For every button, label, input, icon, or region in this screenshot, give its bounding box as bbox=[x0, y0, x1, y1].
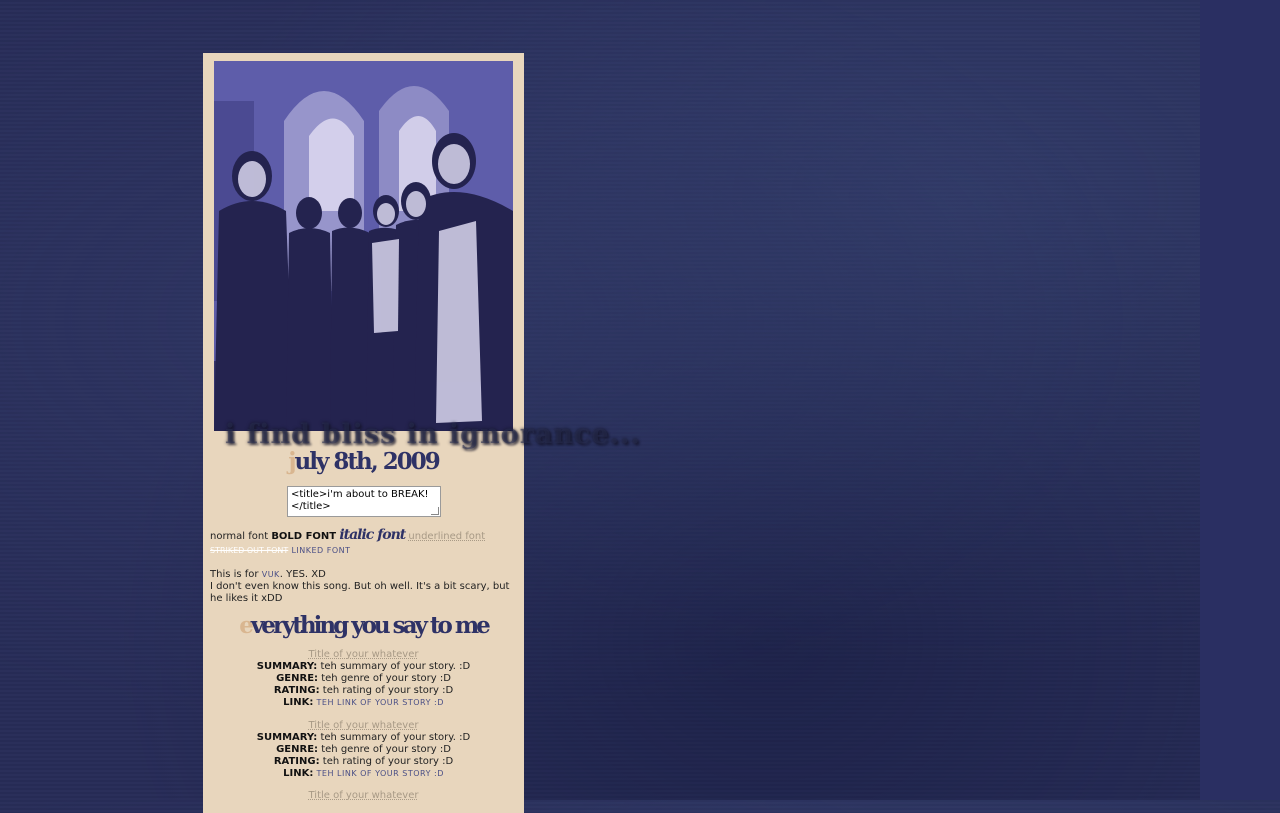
rating-value: teh rating of your story :D bbox=[322, 685, 454, 696]
story-title[interactable]: Title of your whatever bbox=[309, 720, 419, 731]
post-body: This is for VUK. YES. XD I don't even kn… bbox=[210, 569, 522, 605]
rating-value: teh rating of your story :D bbox=[322, 756, 454, 767]
blog-tagline: i find bliss in ignorance... bbox=[225, 419, 641, 450]
summary-value: teh summary of your story. :D bbox=[320, 661, 471, 672]
genre-value: teh genre of your story :D bbox=[321, 673, 451, 684]
italic-font-sample: italic font bbox=[339, 527, 406, 543]
post-line-2: I don't even know this song. But oh well… bbox=[210, 581, 510, 604]
story-link[interactable]: TEH LINK OF YOUR STORY :D bbox=[317, 769, 444, 778]
summary-label: SUMMARY: bbox=[256, 661, 318, 672]
summary-value: teh summary of your story. :D bbox=[320, 732, 471, 743]
normal-font-sample: normal font bbox=[210, 531, 269, 542]
genre-value: teh genre of your story :D bbox=[321, 744, 451, 755]
struck-font-sample: STRIKED OUT FONT bbox=[210, 546, 289, 555]
genre-label: GENRE: bbox=[276, 744, 319, 755]
post-date-title: july 8th, 2009 bbox=[203, 448, 524, 475]
section-initial: e bbox=[239, 612, 254, 639]
story-entry: Title of your whatever SUMMARY: teh summ… bbox=[203, 720, 524, 780]
page-edge-strip bbox=[1200, 0, 1280, 800]
rating-label: RATING: bbox=[273, 756, 320, 767]
post-line-1: This is for VUK. YES. XD bbox=[210, 569, 522, 581]
story-link[interactable]: TEH LINK OF YOUR STORY :D bbox=[317, 698, 444, 707]
section-text: verything you say to me bbox=[250, 612, 491, 639]
story-title[interactable]: Title of your whatever bbox=[309, 790, 419, 801]
link-label: LINK: bbox=[283, 697, 314, 708]
genre-label: GENRE: bbox=[276, 673, 319, 684]
post-text: This is for bbox=[210, 569, 259, 580]
underlined-font-sample: underlined font bbox=[408, 531, 486, 542]
link-label: LINK: bbox=[283, 768, 314, 779]
bold-font-sample: BOLD FONT bbox=[271, 531, 337, 542]
linked-font-sample[interactable]: LINKED FONT bbox=[291, 546, 350, 555]
resize-grip-icon[interactable] bbox=[431, 507, 439, 515]
band-photo bbox=[214, 61, 513, 431]
post-text: . YES. XD bbox=[279, 569, 326, 580]
title-code-text: <title>i'm about to BREAK!</title> bbox=[291, 489, 429, 512]
story-title[interactable]: Title of your whatever bbox=[309, 649, 419, 660]
font-samples: normal font BOLD FONT italic font underl… bbox=[210, 528, 520, 558]
date-text: uly 8th, 2009 bbox=[294, 448, 441, 475]
title-code-textarea[interactable]: <title>i'm about to BREAK!</title> bbox=[287, 486, 441, 517]
story-entry: Title of your whatever bbox=[203, 790, 524, 802]
vuk-link[interactable]: VUK bbox=[262, 570, 280, 579]
section-title: everything you say to me bbox=[203, 612, 524, 639]
summary-label: SUMMARY: bbox=[256, 732, 318, 743]
rating-label: RATING: bbox=[273, 685, 320, 696]
story-entry: Title of your whatever SUMMARY: teh summ… bbox=[203, 649, 524, 709]
